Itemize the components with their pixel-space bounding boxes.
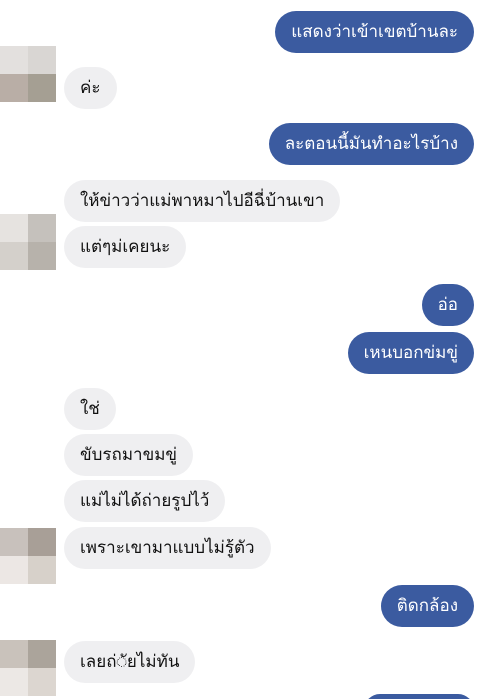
incoming-message-bubble[interactable]: ใช่	[64, 388, 116, 430]
incoming-message-bubble[interactable]: แต่ๆม่เคยนะ	[64, 226, 187, 268]
chat-thread: แสดงว่าเข้าเขตบ้านละ ค่ะ ละตอนนี้มันทำอะ…	[0, 0, 500, 699]
incoming-message-bubble[interactable]: เพราะเขามาแบบไม่รู้ตัว	[64, 527, 271, 569]
incoming-message-bubble[interactable]: แม่ไม่ได้ถ่ายรูปไว้	[64, 480, 226, 522]
outgoing-message-bubble[interactable]: ละตอนนี้มันทำอะไรบ้าง	[268, 123, 474, 165]
incoming-message-bubble[interactable]: ให้ข่าวว่าแม่พาหมาไปอีฉี่บ้านเขา	[64, 180, 341, 222]
incoming-message-bubble[interactable]: เลยถ่◌ัยไม่ทัน	[64, 641, 196, 683]
sender-avatar-blurred[interactable]	[0, 528, 56, 584]
outgoing-message-bubble[interactable]: เหนบอกข่มขู่	[347, 332, 474, 374]
outgoing-message-bubble[interactable]: ติดกล้อง	[380, 585, 474, 627]
outgoing-message-bubble[interactable]: อ่อ	[421, 284, 474, 326]
outgoing-message-bubble-partial[interactable]	[364, 694, 474, 699]
sender-avatar-blurred[interactable]	[0, 46, 56, 102]
sender-avatar-blurred[interactable]	[0, 640, 56, 696]
incoming-message-bubble[interactable]: ขับรถมาขมขู่	[64, 434, 194, 476]
outgoing-message-bubble[interactable]: แสดงว่าเข้าเขตบ้านละ	[275, 11, 474, 53]
incoming-message-bubble[interactable]: ค่ะ	[64, 67, 117, 109]
sender-avatar-blurred[interactable]	[0, 214, 56, 270]
